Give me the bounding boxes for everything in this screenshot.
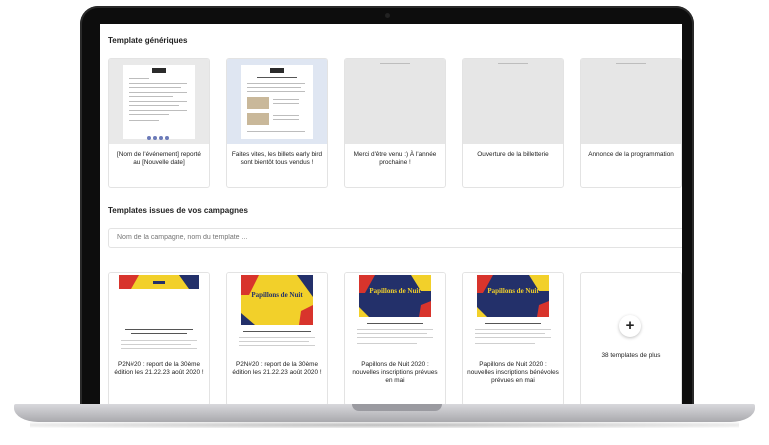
- generic-template-card[interactable]: Annonce de la programmation: [580, 58, 682, 188]
- template-thumbnail: Papillons de Nuit: [227, 273, 327, 351]
- email-preview: [123, 65, 195, 140]
- template-thumbnail: Papillons de Nuit: [345, 273, 445, 351]
- template-thumbnail: [345, 59, 445, 144]
- template-name: Papillons de Nuit 2020 : nouvelles inscr…: [467, 361, 559, 385]
- more-templates-label: 38 templates de plus: [601, 352, 661, 359]
- template-thumbnail: [227, 59, 327, 144]
- more-templates-card[interactable]: + 38 templates de plus: [580, 272, 682, 404]
- campaign-template-card[interactable]: P2N#20 : report de la 30ème édition les …: [108, 272, 210, 404]
- template-name: [Nom de l'événement] reporté au [Nouvell…: [117, 151, 201, 167]
- app-screen: Template génériques [Nom de l'événement]…: [100, 24, 682, 404]
- generic-templates-title: Template génériques: [108, 36, 188, 45]
- poster-title: Papillons de Nuit: [369, 287, 421, 295]
- template-name: Ouverture de la billetterie: [477, 151, 549, 158]
- generic-template-card[interactable]: [Nom de l'événement] reporté au [Nouvell…: [108, 58, 210, 188]
- email-preview: [241, 65, 313, 139]
- template-thumbnail: [463, 59, 563, 144]
- laptop-base: [14, 404, 755, 422]
- campaign-template-card[interactable]: Papillons de Nuit Papillons de Nuit 2020…: [344, 272, 446, 404]
- template-thumbnail: [581, 59, 681, 144]
- poster-title: Papillons de Nuit: [487, 287, 539, 295]
- template-thumbnail: [109, 273, 209, 351]
- template-name: P2N#20 : report de la 30ème édition les …: [114, 361, 204, 377]
- webcam: [385, 13, 390, 18]
- plus-icon[interactable]: +: [619, 315, 641, 337]
- template-name: Annonce de la programmation: [588, 151, 674, 158]
- generic-template-card[interactable]: Faites vites, les billets early bird son…: [226, 58, 328, 188]
- template-name: Papillons de Nuit 2020 : nouvelles inscr…: [352, 361, 438, 385]
- laptop-shadow: [30, 422, 739, 428]
- template-thumbnail: Papillons de Nuit: [463, 273, 563, 351]
- campaign-templates-title: Templates issues de vos campagnes: [108, 206, 248, 215]
- campaign-template-card[interactable]: Papillons de Nuit P2N#20 : report de la …: [226, 272, 328, 404]
- template-name: Faites vites, les billets early bird son…: [231, 151, 323, 167]
- poster-title: Papillons de Nuit: [251, 291, 303, 299]
- search-input[interactable]: [108, 228, 682, 248]
- campaign-template-card[interactable]: Papillons de Nuit Papillons de Nuit 2020…: [462, 272, 564, 404]
- generic-template-card[interactable]: Merci d'être venu :) À l'année prochaine…: [344, 58, 446, 188]
- template-name: Merci d'être venu :) À l'année prochaine…: [353, 151, 437, 167]
- generic-template-card[interactable]: Ouverture de la billetterie: [462, 58, 564, 188]
- template-thumbnail: [109, 59, 209, 144]
- laptop-base-notch: [352, 404, 442, 411]
- template-name: P2N#20 : report de la 30ème édition les …: [232, 361, 322, 377]
